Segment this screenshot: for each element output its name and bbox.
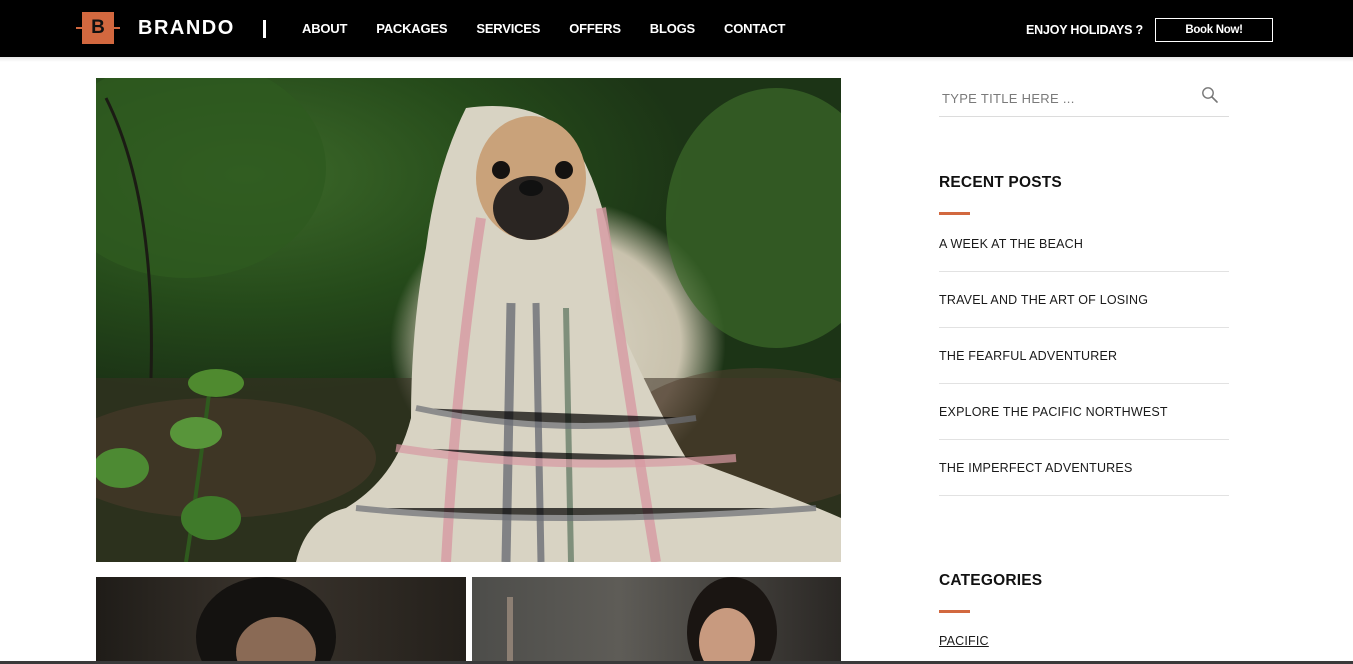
top-navigation-bar: B BRANDO ABOUT PACKAGES SERVICES OFFERS … <box>0 0 1353 57</box>
list-item: EXPLORE THE PACIFIC NORTHWEST <box>939 384 1229 440</box>
list-item: A WEEK AT THE BEACH <box>939 216 1229 272</box>
main-nav: ABOUT PACKAGES SERVICES OFFERS BLOGS CON… <box>302 21 814 37</box>
recent-posts-list: A WEEK AT THE BEACH TRAVEL AND THE ART O… <box>939 216 1229 496</box>
categories-heading: CATEGORIES <box>939 572 1043 589</box>
logo-divider <box>263 20 266 38</box>
nav-packages[interactable]: PACKAGES <box>376 21 447 37</box>
nav-services[interactable]: SERVICES <box>476 21 540 37</box>
post-thumbnail-2[interactable] <box>472 577 841 664</box>
nav-contact[interactable]: CONTACT <box>724 21 785 37</box>
list-item: THE FEARFUL ADVENTURER <box>939 328 1229 384</box>
recent-posts-accent <box>939 212 970 215</box>
search-input[interactable] <box>942 88 1192 108</box>
header-shadow <box>0 57 1353 62</box>
nav-blogs[interactable]: BLOGS <box>650 21 695 37</box>
recent-post-link[interactable]: TRAVEL AND THE ART OF LOSING <box>939 293 1148 307</box>
sidebar-search <box>939 78 1229 117</box>
post-thumbnail-1[interactable] <box>96 577 466 664</box>
woman-portrait-illustration <box>196 577 336 664</box>
header-tagline: ENJOY HOLIDAYS ? <box>1026 23 1143 37</box>
logo-letter: B <box>91 17 105 38</box>
nav-about[interactable]: ABOUT <box>302 21 347 37</box>
recent-post-link[interactable]: A WEEK AT THE BEACH <box>939 237 1083 251</box>
list-item: TRAVEL AND THE ART OF LOSING <box>939 272 1229 328</box>
nav-offers[interactable]: OFFERS <box>569 21 621 37</box>
book-now-button[interactable]: Book Now! <box>1155 18 1273 42</box>
featured-post-image[interactable] <box>96 78 841 562</box>
logo-mark-icon: B <box>76 12 120 44</box>
recent-post-link[interactable]: THE IMPERFECT ADVENTURES <box>939 461 1132 475</box>
brand-name: BRANDO <box>138 16 235 39</box>
recent-post-link[interactable]: THE FEARFUL ADVENTURER <box>939 349 1117 363</box>
list-item: THE IMPERFECT ADVENTURES <box>939 440 1229 496</box>
brand-logo[interactable]: B BRANDO <box>76 12 235 44</box>
categories-accent <box>939 610 970 613</box>
category-link-pacific[interactable]: PACIFIC <box>939 634 989 648</box>
recent-posts-heading: RECENT POSTS <box>939 174 1062 191</box>
pug-in-blanket-illustration <box>96 78 841 562</box>
woman-smiling-illustration <box>507 577 777 664</box>
recent-post-link[interactable]: EXPLORE THE PACIFIC NORTHWEST <box>939 405 1168 419</box>
search-icon[interactable] <box>1201 86 1219 104</box>
